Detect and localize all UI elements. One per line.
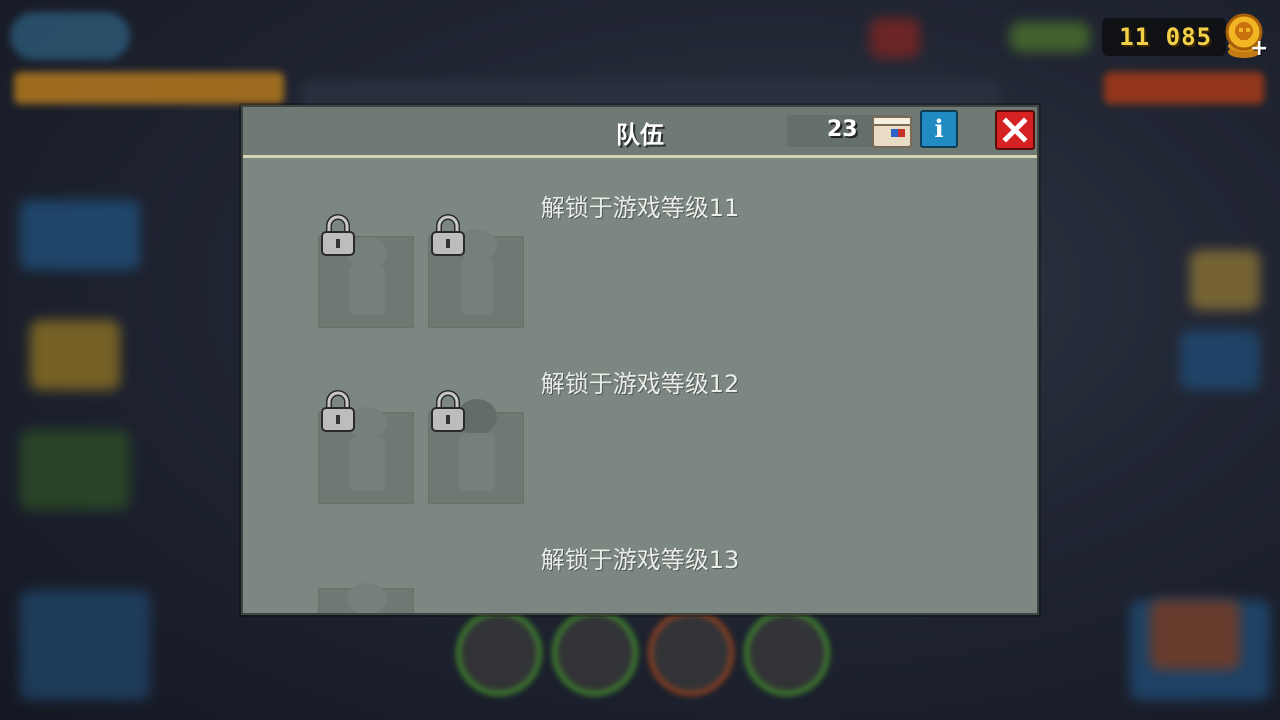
supply-box-icon xyxy=(872,116,912,148)
box-count: 23 xyxy=(827,117,858,142)
locked-soldier-slot[interactable] xyxy=(318,214,414,328)
lock-icon xyxy=(431,214,465,256)
coin-amount: 11 085 xyxy=(1119,23,1212,51)
add-coins-icon[interactable]: + xyxy=(1250,36,1268,61)
bottom-hero-button-4 xyxy=(744,610,830,696)
bottom-hero-button-2 xyxy=(552,610,638,696)
close-button[interactable] xyxy=(995,110,1035,150)
squad-list[interactable]: 解锁于游戏等级11 解锁于游戏等级12 解锁于游戏等级13 xyxy=(243,158,1037,613)
lock-icon xyxy=(321,390,355,432)
close-icon xyxy=(1002,117,1028,143)
locked-soldier-slot[interactable] xyxy=(428,214,524,328)
locked-soldier-slot[interactable] xyxy=(318,583,414,613)
soldier-silhouette-icon xyxy=(347,583,387,613)
squad-panel: 队伍 23 i 解锁于游戏等级11 解锁于游戏等级12 解锁于游戏等级13 xyxy=(241,105,1039,615)
event-bar xyxy=(1104,72,1264,104)
objective-bar xyxy=(14,72,284,104)
panel-header: 队伍 23 i xyxy=(243,107,1037,158)
locked-soldier-slot[interactable] xyxy=(428,390,524,504)
player-profile-chip xyxy=(10,12,130,60)
lock-icon xyxy=(321,214,355,256)
bottom-hero-button-3 xyxy=(648,610,734,696)
bottom-hero-button-1 xyxy=(456,610,542,696)
info-icon: i xyxy=(934,114,944,143)
coin-counter: 11 085 xyxy=(1102,18,1226,56)
lock-icon xyxy=(431,390,465,432)
locked-soldier-slot[interactable] xyxy=(318,390,414,504)
panel-title: 队伍 xyxy=(616,121,664,149)
info-button[interactable]: i xyxy=(920,110,958,148)
